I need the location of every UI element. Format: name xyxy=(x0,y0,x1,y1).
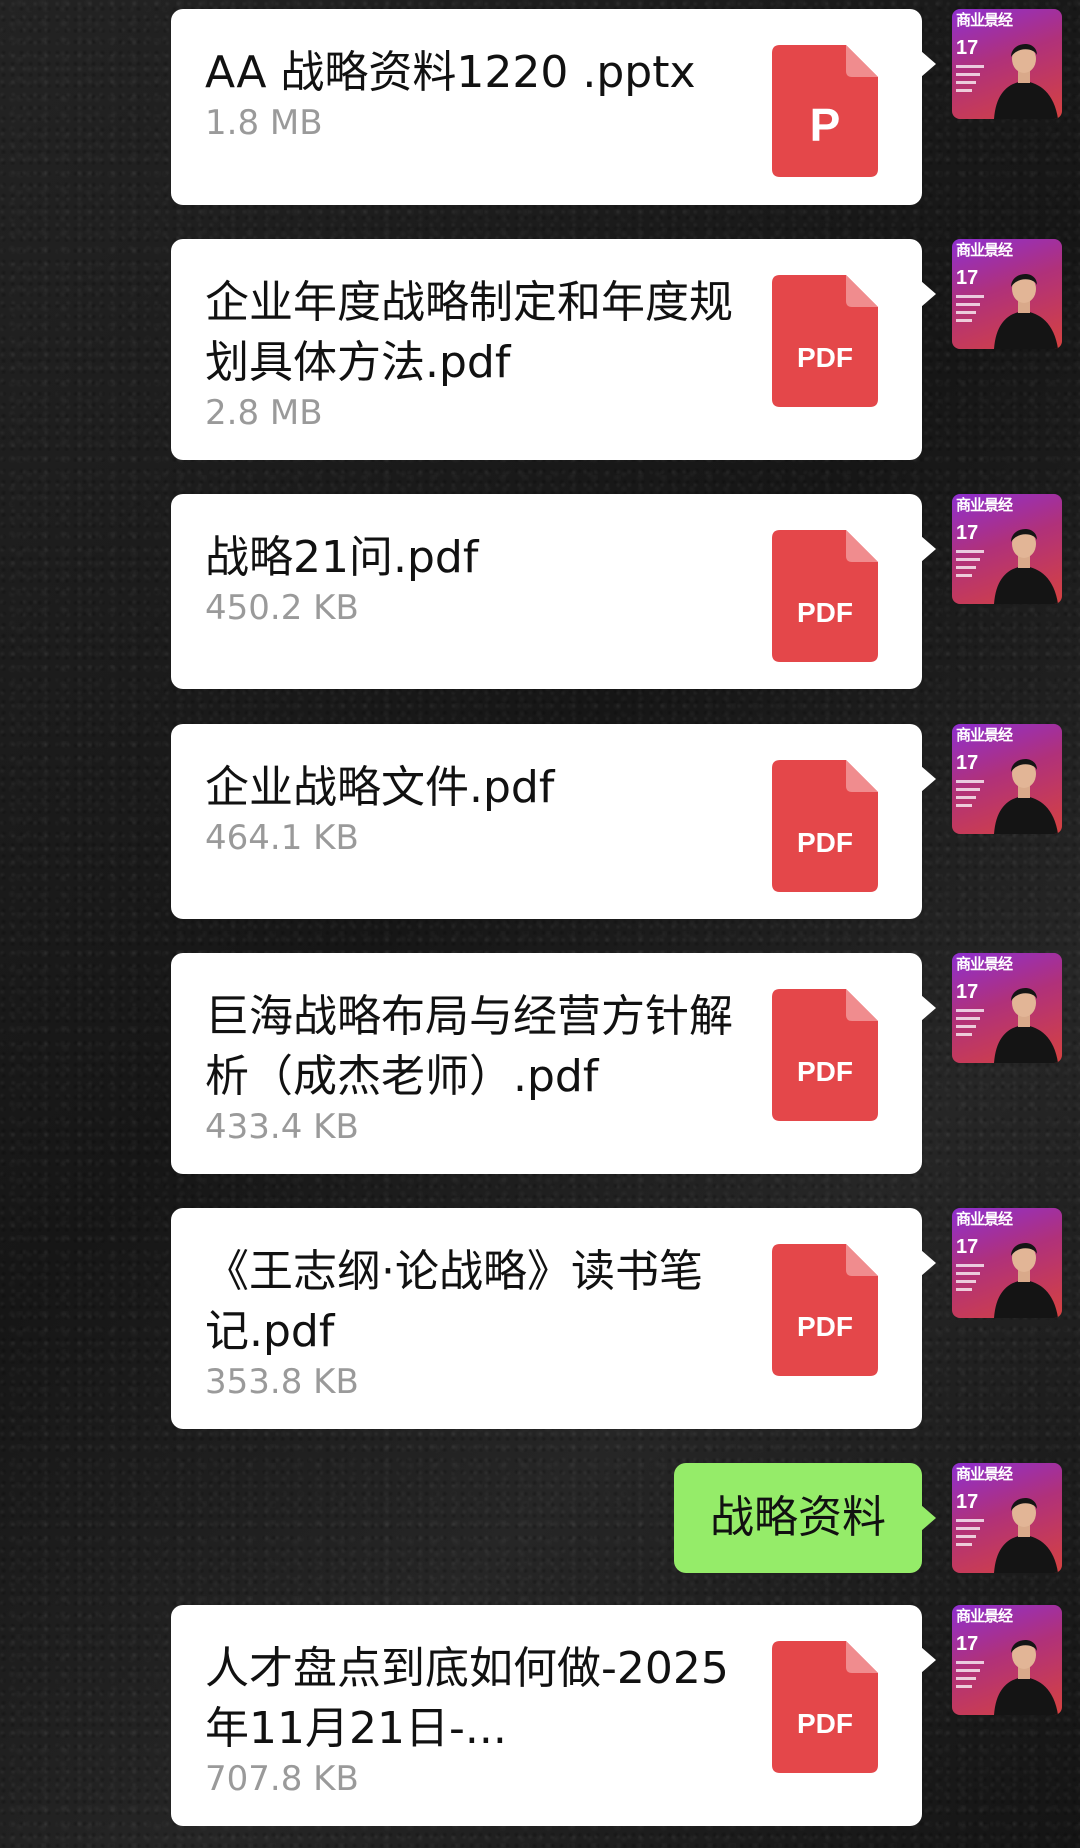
file-type-label: PDF xyxy=(797,827,853,858)
file-size: 353.8 KB xyxy=(205,1362,359,1402)
file-name: 《王志纲·论战略》读书笔记.pdf xyxy=(205,1246,703,1357)
pdf-file-icon: PDF xyxy=(772,1244,878,1376)
avatar-person-figure xyxy=(994,1242,1058,1318)
avatar-magazine-title: 商业景经 xyxy=(956,11,1013,29)
pdf-file-icon: PDF xyxy=(772,1641,878,1773)
pdf-file-icon: PDF xyxy=(772,275,878,407)
avatar-issue-number: 17 xyxy=(956,1236,979,1258)
file-type-label: PDF xyxy=(797,1311,853,1342)
file-name: 战略21问.pdf xyxy=(205,532,479,583)
file-message-card[interactable]: 《王志纲·论战略》读书笔记.pdf 353.8 KB PDF xyxy=(171,1208,936,1429)
avatar-cover-lines xyxy=(956,1009,984,1041)
file-message-card[interactable]: AA 战略资料1220 .pptx 1.8 MB P xyxy=(171,9,936,205)
avatar-person-figure xyxy=(994,758,1058,834)
file-name: 企业战略文件.pdf xyxy=(205,762,555,813)
avatar-cover-lines xyxy=(956,780,984,812)
file-name: 巨海战略布局与经营方针解析（成杰老师）.pdf xyxy=(205,991,733,1102)
avatar-person-figure xyxy=(994,1497,1058,1573)
file-type-label: PDF xyxy=(797,342,853,373)
avatar-cover-lines xyxy=(956,550,984,582)
file-type-label: PDF xyxy=(797,597,853,628)
avatar-issue-number: 17 xyxy=(956,267,979,289)
avatar-magazine-title: 商业景经 xyxy=(956,726,1013,744)
avatar-magazine-title: 商业景经 xyxy=(956,1210,1013,1228)
file-size: 450.2 KB xyxy=(205,588,359,628)
file-type-label: P xyxy=(809,99,841,151)
sender-avatar[interactable]: 商业景经 17 xyxy=(952,1605,1062,1715)
sender-avatar[interactable]: 商业景经 17 xyxy=(952,1208,1062,1318)
file-message-card[interactable]: 企业战略文件.pdf 464.1 KB PDF xyxy=(171,724,936,919)
avatar-issue-number: 17 xyxy=(956,1491,979,1513)
avatar-person-figure xyxy=(994,1639,1058,1715)
sender-avatar[interactable]: 商业景经 17 xyxy=(952,724,1062,834)
file-message-card[interactable]: 人才盘点到底如何做-2025年11月21日-... 707.8 KB PDF xyxy=(171,1605,936,1826)
avatar-magazine-title: 商业景经 xyxy=(956,496,1013,514)
avatar-person-figure xyxy=(994,987,1058,1063)
file-size: 2.8 MB xyxy=(205,393,323,433)
file-size: 707.8 KB xyxy=(205,1759,359,1799)
pdf-file-icon: PDF xyxy=(772,530,878,662)
avatar-cover-lines xyxy=(956,1519,984,1551)
avatar-issue-number: 17 xyxy=(956,37,979,59)
avatar-magazine-title: 商业景经 xyxy=(956,1465,1013,1483)
file-name: 人才盘点到底如何做-2025年11月21日-... xyxy=(205,1643,729,1754)
avatar-cover-lines xyxy=(956,65,984,97)
pdf-file-icon: PDF xyxy=(772,760,878,892)
sender-avatar[interactable]: 商业景经 17 xyxy=(952,494,1062,604)
avatar-magazine-title: 商业景经 xyxy=(956,955,1013,973)
avatar-magazine-title: 商业景经 xyxy=(956,1607,1013,1625)
sender-avatar[interactable]: 商业景经 17 xyxy=(952,9,1062,119)
file-message-card[interactable]: 企业年度战略制定和年度规划具体方法.pdf 2.8 MB PDF xyxy=(171,239,936,460)
chat-message-list[interactable]: AA 战略资料1220 .pptx 1.8 MB P 商业景经 17 企业年度战略制定和年… xyxy=(0,0,1080,1848)
avatar-person-figure xyxy=(994,273,1058,349)
avatar-person-figure xyxy=(994,43,1058,119)
avatar-issue-number: 17 xyxy=(956,981,979,1003)
avatar-cover-lines xyxy=(956,1661,984,1693)
avatar-issue-number: 17 xyxy=(956,522,979,544)
file-name: 企业年度战略制定和年度规划具体方法.pdf xyxy=(205,277,733,388)
file-message-card[interactable]: 巨海战略布局与经营方针解析（成杰老师）.pdf 433.4 KB PDF xyxy=(171,953,936,1174)
pdf-file-icon: PDF xyxy=(772,989,878,1121)
file-size: 1.8 MB xyxy=(205,103,323,143)
sender-avatar[interactable]: 商业景经 17 xyxy=(952,239,1062,349)
file-size: 464.1 KB xyxy=(205,818,359,858)
pptx-file-icon: P xyxy=(772,45,878,177)
file-type-label: PDF xyxy=(797,1056,853,1087)
sender-avatar[interactable]: 商业景经 17 xyxy=(952,953,1062,1063)
file-name: AA 战略资料1220 .pptx xyxy=(205,47,696,98)
avatar-issue-number: 17 xyxy=(956,1633,979,1655)
sender-avatar[interactable]: 商业景经 17 xyxy=(952,1463,1062,1573)
file-size: 433.4 KB xyxy=(205,1107,359,1147)
sent-text-bubble[interactable]: 战略资料 xyxy=(674,1463,936,1573)
avatar-magazine-title: 商业景经 xyxy=(956,241,1013,259)
avatar-cover-lines xyxy=(956,295,984,327)
avatar-cover-lines xyxy=(956,1264,984,1296)
avatar-person-figure xyxy=(994,528,1058,604)
file-message-card[interactable]: 战略21问.pdf 450.2 KB PDF xyxy=(171,494,936,689)
file-type-label: PDF xyxy=(797,1708,853,1739)
avatar-issue-number: 17 xyxy=(956,752,979,774)
